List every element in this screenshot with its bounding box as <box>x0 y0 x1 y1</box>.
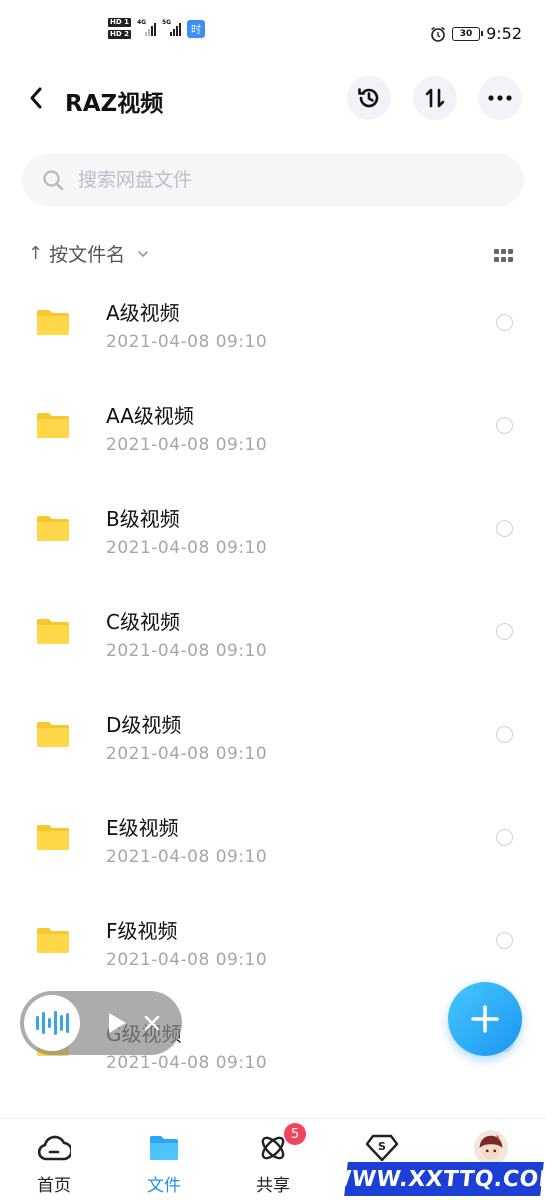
file-name: D级视频 <box>106 713 182 737</box>
app-notification-icon: 时 <box>186 19 205 38</box>
home-cloud-icon <box>37 1135 71 1161</box>
select-radio[interactable] <box>496 520 513 537</box>
folder-icon <box>37 413 69 438</box>
search-bar[interactable] <box>22 154 524 206</box>
waveform-icon[interactable] <box>24 995 80 1051</box>
more-icon <box>488 95 512 101</box>
select-radio[interactable] <box>496 314 513 331</box>
history-icon <box>358 88 379 108</box>
nav-files[interactable]: 文件 <box>124 1131 204 1196</box>
grid-view-icon[interactable] <box>494 249 514 263</box>
nav-home-label: 首页 <box>37 1176 71 1196</box>
status-left: HD 1 HD 2 4G 5G 时 <box>108 18 205 39</box>
list-item[interactable]: E级视频 2021-04-08 09:10 <box>0 795 546 898</box>
svg-text:S: S <box>378 1140 386 1153</box>
sort-selector[interactable]: ↑ 按文件名 <box>28 240 149 267</box>
folder-icon <box>37 516 69 541</box>
search-input[interactable] <box>78 169 478 191</box>
back-button[interactable] <box>22 84 50 112</box>
add-button[interactable] <box>448 982 522 1056</box>
audio-mini-player[interactable] <box>20 991 182 1055</box>
vip-diamond-icon: S <box>365 1134 399 1162</box>
file-name: B级视频 <box>106 507 180 531</box>
select-radio[interactable] <box>496 829 513 846</box>
search-icon <box>43 170 64 191</box>
file-date: 2021-04-08 09:10 <box>106 332 268 352</box>
nav-share[interactable]: 5 共享 <box>233 1123 313 1196</box>
folder-icon <box>37 928 69 953</box>
list-item[interactable]: C级视频 2021-04-08 09:10 <box>0 589 546 692</box>
avatar <box>474 1130 508 1166</box>
file-name: C级视频 <box>106 610 180 634</box>
plus-icon <box>471 1005 499 1033</box>
select-radio[interactable] <box>496 623 513 640</box>
file-date: 2021-04-08 09:10 <box>106 538 268 558</box>
nav-share-label: 共享 <box>256 1176 290 1196</box>
sort-up-arrow-icon: ↑ <box>28 243 44 264</box>
more-button[interactable] <box>478 76 522 120</box>
status-time: 9:52 <box>486 24 522 43</box>
list-item[interactable]: B级视频 2021-04-08 09:10 <box>0 486 546 589</box>
signal-icon: 4G <box>137 19 156 36</box>
battery-icon: 30 <box>452 26 484 41</box>
sort-arrows-icon <box>425 88 445 108</box>
sort-label: 按文件名 <box>49 244 126 266</box>
sort-transfer-button[interactable] <box>413 76 457 120</box>
hd1-indicator: HD 1 <box>108 18 131 27</box>
play-icon[interactable] <box>106 1011 128 1035</box>
page-title: RAZ视频 <box>65 91 164 117</box>
alarm-icon <box>431 26 446 42</box>
list-item[interactable]: F级视频 2021-04-08 09:10 <box>0 898 546 1001</box>
header: RAZ视频 <box>0 74 546 122</box>
file-name: F级视频 <box>106 919 178 943</box>
select-radio[interactable] <box>496 417 513 434</box>
status-bar: HD 1 HD 2 4G 5G 时 30 9:52 <box>0 0 546 68</box>
file-name: E级视频 <box>106 816 179 840</box>
folder-icon <box>150 1136 178 1160</box>
folder-icon <box>37 619 69 644</box>
folder-icon <box>37 722 69 747</box>
share-badge: 5 <box>284 1123 306 1145</box>
status-right: 30 9:52 <box>430 24 522 43</box>
chevron-down-icon <box>138 250 148 257</box>
file-list: A级视频 2021-04-08 09:10 AA级视频 2021-04-08 09:1… <box>0 280 546 1104</box>
file-date: 2021-04-08 09:10 <box>106 744 268 764</box>
folder-icon <box>37 825 69 850</box>
file-date: 2021-04-08 09:10 <box>106 435 268 455</box>
history-button[interactable] <box>347 76 391 120</box>
file-date: 2021-04-08 09:10 <box>106 1053 268 1073</box>
back-icon <box>30 87 42 109</box>
list-item[interactable]: AA级视频 2021-04-08 09:10 <box>0 383 546 486</box>
list-item[interactable]: A级视频 2021-04-08 09:10 <box>0 280 546 383</box>
nav-home[interactable]: 首页 <box>14 1131 94 1196</box>
folder-icon <box>37 310 69 335</box>
list-item[interactable]: D级视频 2021-04-08 09:10 <box>0 692 546 795</box>
file-date: 2021-04-08 09:10 <box>106 641 268 661</box>
file-date: 2021-04-08 09:10 <box>106 847 268 867</box>
close-icon[interactable] <box>144 1015 160 1031</box>
select-radio[interactable] <box>496 726 513 743</box>
file-name: AA级视频 <box>106 404 194 428</box>
file-name: A级视频 <box>106 301 180 325</box>
watermark: WWW.XXTTQ.COM <box>326 1162 546 1196</box>
nav-files-label: 文件 <box>147 1176 181 1196</box>
file-date: 2021-04-08 09:10 <box>106 950 268 970</box>
signal-icon: 5G <box>162 19 181 36</box>
hd2-indicator: HD 2 <box>108 30 131 39</box>
select-radio[interactable] <box>496 932 513 949</box>
